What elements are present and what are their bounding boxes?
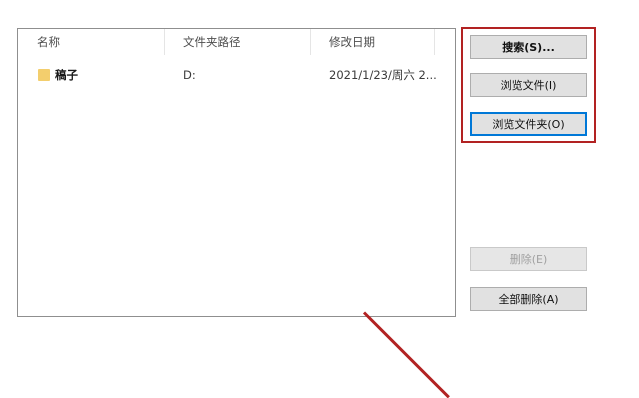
folder-list-panel[interactable]: 名称 文件夹路径 修改日期 稿子 D: 2021/1/23/周六 2... <box>17 28 456 317</box>
list-item-name: 稿子 <box>55 68 78 82</box>
column-header-folder-path[interactable]: 文件夹路径 <box>164 29 310 55</box>
column-separator <box>434 29 435 55</box>
browse-file-button[interactable]: 浏览文件(I) <box>470 73 587 97</box>
browse-folder-button[interactable]: 浏览文件夹(O) <box>470 112 587 136</box>
column-header-name[interactable]: 名称 <box>18 29 164 55</box>
delete-button[interactable]: 删除(E) <box>470 247 587 271</box>
search-button[interactable]: 搜索(S)... <box>470 35 587 59</box>
list-item-date: 2021/1/23/周六 2... <box>329 68 437 82</box>
list-item[interactable]: 稿子 D: 2021/1/23/周六 2... <box>18 64 455 86</box>
list-item-path: D: <box>183 68 196 82</box>
folder-icon <box>38 69 50 81</box>
annotation-arrow <box>362 311 450 398</box>
delete-all-button[interactable]: 全部删除(A) <box>470 287 587 311</box>
column-header-modified-date[interactable]: 修改日期 <box>310 29 434 55</box>
